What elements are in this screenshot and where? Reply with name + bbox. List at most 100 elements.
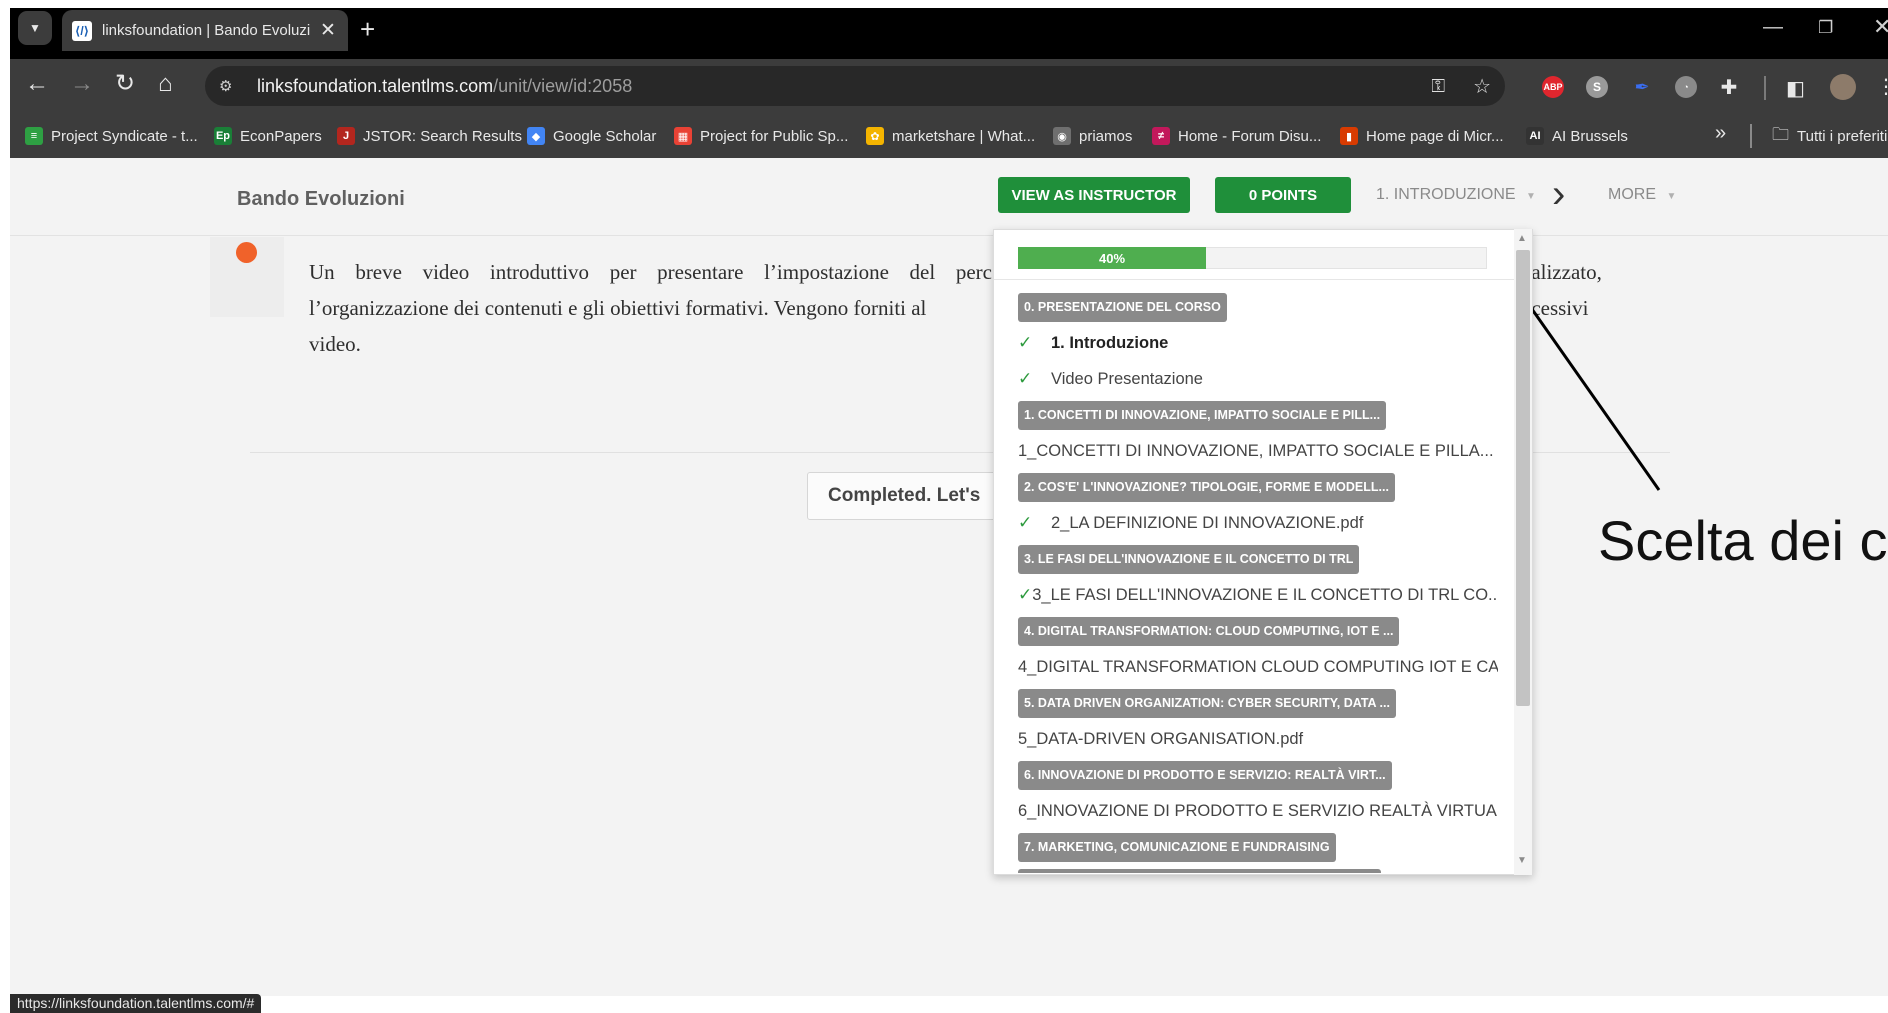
unit-list-item[interactable]: 6_INNOVAZIONE DI PRODOTTO E SERVIZIO REA… (1018, 793, 1498, 829)
unit-description-line-3: video. (309, 332, 361, 356)
bookmark-star-icon[interactable]: ☆ (1473, 74, 1491, 99)
course-progress-bar: 40% (1018, 247, 1206, 269)
unit-list-item[interactable]: ✓ 1. Introduzione (1018, 325, 1498, 361)
description-word: Un (309, 260, 335, 284)
unit-list-item[interactable]: 1_CONCETTI DI INNOVAZIONE, IMPATTO SOCIA… (1018, 433, 1498, 469)
back-arrow-icon[interactable]: ← (25, 70, 49, 98)
bookmark-label: Google Scholar (553, 127, 657, 145)
bookmark-item[interactable]: AI AI Brussels (1526, 122, 1628, 150)
bookmark-item[interactable]: ▮ Home page di Micr... (1340, 122, 1504, 150)
unit-label: 5_DATA-DRIVEN ORGANISATION.pdf (1018, 730, 1304, 748)
close-tab-icon[interactable]: ✕ (320, 19, 336, 42)
reload-icon[interactable]: ↻ (115, 70, 135, 98)
unit-label: 2_LA DEFINIZIONE DI INNOVAZIONE.pdf (1051, 514, 1364, 532)
bookmark-item[interactable]: ≠ Home - Forum Disu... (1152, 122, 1321, 150)
more-menu[interactable]: MORE ▼ (1608, 186, 1676, 204)
folder-icon: 🗀 (1772, 124, 1789, 144)
s-extension-icon[interactable]: S (1586, 76, 1608, 98)
dropdown-scrollbar-thumb[interactable] (1516, 250, 1530, 706)
ps-icon: ≡ (25, 127, 43, 145)
unit-list-item[interactable]: ✓ Video Presentazione (1018, 361, 1498, 397)
unit-list-item[interactable]: 5_DATA-DRIVEN ORGANISATION.pdf (1018, 721, 1498, 757)
unit-section-header: 6. INNOVAZIONE DI PRODOTTO E SERVIZIO: R… (1018, 757, 1498, 793)
github-extension-icon[interactable]: ◔ (1675, 76, 1697, 98)
section-label: 6. INNOVAZIONE DI PRODOTTO E SERVIZIO: R… (1018, 760, 1392, 790)
scroll-down-arrow-icon[interactable]: ▼ (1517, 855, 1527, 866)
profile-avatar[interactable] (1830, 74, 1856, 100)
unit-list-item[interactable]: 4_DIGITAL TRANSFORMATION CLOUD COMPUTING… (1018, 649, 1498, 685)
extensions-puzzle-icon[interactable]: ✚ (1718, 76, 1740, 99)
browser-menu-icon[interactable]: ⋮ (1876, 74, 1888, 99)
bookmark-label: priamos (1079, 127, 1133, 145)
unit-label: 6_INNOVAZIONE DI PRODOTTO E SERVIZIO REA… (1018, 802, 1498, 820)
next-unit-chevron-icon[interactable]: › (1552, 174, 1565, 214)
description-word: l’impostazione (764, 260, 889, 284)
home-icon[interactable]: ⌂ (158, 70, 173, 98)
section-label: 0. PRESENTAZIONE DEL CORSO (1018, 292, 1227, 322)
browser-tab-active[interactable]: ⟨/⟩ linksfoundation | Bando Evoluzi ✕ (62, 10, 348, 51)
forum-icon: ≠ (1152, 127, 1170, 145)
feather-extension-icon[interactable]: ✒ (1631, 76, 1653, 98)
unit-section-header: 2. COS'E' L'INNOVAZIONE? TIPOLOGIE, FORM… (1018, 469, 1498, 505)
scholar-icon: ◆ (527, 127, 545, 145)
bookmark-item[interactable]: ◉ priamos (1053, 122, 1132, 150)
bookmarks-overflow-icon[interactable]: » (1715, 122, 1726, 145)
restore-window-icon[interactable]: ❐ (1818, 18, 1833, 38)
office-icon: ▮ (1340, 127, 1358, 145)
view-as-instructor-button[interactable]: VIEW AS INSTRUCTOR (998, 177, 1190, 213)
bookmark-label: Home - Forum Disu... (1178, 127, 1322, 145)
description-word: per (609, 260, 637, 284)
unit-list-item[interactable]: ✓ 2_LA DEFINIZIONE DI INNOVAZIONE.pdf (1018, 505, 1498, 541)
description-word: video (422, 260, 470, 284)
bookmark-item[interactable]: J JSTOR: Search Results (337, 122, 522, 150)
bookmark-item[interactable]: ◆ Google Scholar (527, 122, 656, 150)
unit-status-dot (236, 242, 257, 263)
unit-label: 3_LE FASI DELL'INNOVAZIONE E IL CONCETTO… (1032, 586, 1498, 604)
caret-down-icon: ▼ (1526, 191, 1536, 202)
talentlms-favicon-icon: ⟨/⟩ (72, 20, 92, 41)
address-bar[interactable]: ⚙ linksfoundation.talentlms.com/unit/vie… (205, 66, 1505, 106)
minimize-window-icon[interactable]: — (1763, 16, 1783, 39)
bookmark-item[interactable]: ▦ Project for Public Sp... (674, 122, 848, 150)
bookmark-item[interactable]: ✿ marketshare | What... (866, 122, 1035, 150)
unit-selector-dropdown[interactable]: 1. INTRODUZIONE ▼ (1376, 186, 1536, 204)
close-window-icon[interactable]: ✕ (1873, 14, 1888, 40)
chevron-down-icon: ▼ (29, 21, 41, 35)
bookmark-label: AI Brussels (1552, 127, 1628, 145)
unit-list-item[interactable]: ✓ 3_LE FASI DELL'INNOVAZIONE E IL CONCETT… (1018, 577, 1498, 613)
complete-unit-button[interactable]: Completed. Let's (807, 472, 1007, 520)
adblock-extension-icon[interactable]: ABP (1542, 76, 1564, 98)
bookmarks-divider (1750, 124, 1752, 148)
pps-icon: ▦ (674, 127, 692, 145)
unit-description-line-2: l’organizzazione dei contenuti e gli obi… (309, 296, 927, 320)
all-bookmarks-folder[interactable]: 🗀 Tutti i preferiti (1772, 122, 1887, 150)
marketshare-icon: ✿ (866, 127, 884, 145)
password-key-icon[interactable]: ⚿ (1431, 76, 1445, 97)
unit-selector-label: 1. INTRODUZIONE (1376, 186, 1516, 203)
bookmark-item[interactable]: Ep EconPapers (214, 122, 322, 150)
status-bar-url: https://linksfoundation.talentlms.com/# (10, 994, 262, 1013)
bookmark-item[interactable]: ≡ Project Syndicate - t... (25, 122, 198, 150)
tab-title: linksfoundation | Bando Evoluzi (102, 22, 311, 39)
bookmark-label: marketshare | What... (892, 127, 1036, 145)
unit-section-header: 0. PRESENTAZIONE DEL CORSO (1018, 289, 1498, 325)
section-label: 1. CONCETTI DI INNOVAZIONE, IMPATTO SOCI… (1018, 400, 1387, 430)
section-label: 8. L'INTELLIGENZA ARTIFICIALE: LE SUE EV… (1018, 868, 1381, 873)
unit-label: 1_CONCETTI DI INNOVAZIONE, IMPATTO SOCIA… (1018, 442, 1494, 460)
bookmark-label: Project Syndicate - t... (51, 127, 198, 145)
bookmark-label: Project for Public Sp... (700, 127, 849, 145)
unit-section-header: 5. DATA DRIVEN ORGANIZATION: CYBER SECUR… (1018, 685, 1498, 721)
forward-arrow-icon[interactable]: → (70, 70, 94, 98)
scroll-up-arrow-icon[interactable]: ▲ (1517, 233, 1527, 244)
site-settings-icon[interactable]: ⚙ (219, 77, 243, 95)
annotation-label: Scelta dei c (1598, 509, 1888, 572)
points-button[interactable]: 0 POINTS (1215, 177, 1351, 213)
side-panel-icon[interactable]: ◧ (1786, 76, 1805, 101)
description-word: perc (955, 260, 992, 284)
new-tab-button[interactable]: + (360, 16, 375, 42)
description-word: introduttivo (489, 260, 590, 284)
unit-section-header: 7. MARKETING, COMUNICAZIONE E FUNDRAISIN… (1018, 829, 1498, 865)
tab-search-button[interactable]: ▼ (18, 11, 52, 45)
jstor-icon: J (337, 127, 355, 145)
course-title: Bando Evoluzioni (237, 188, 405, 210)
